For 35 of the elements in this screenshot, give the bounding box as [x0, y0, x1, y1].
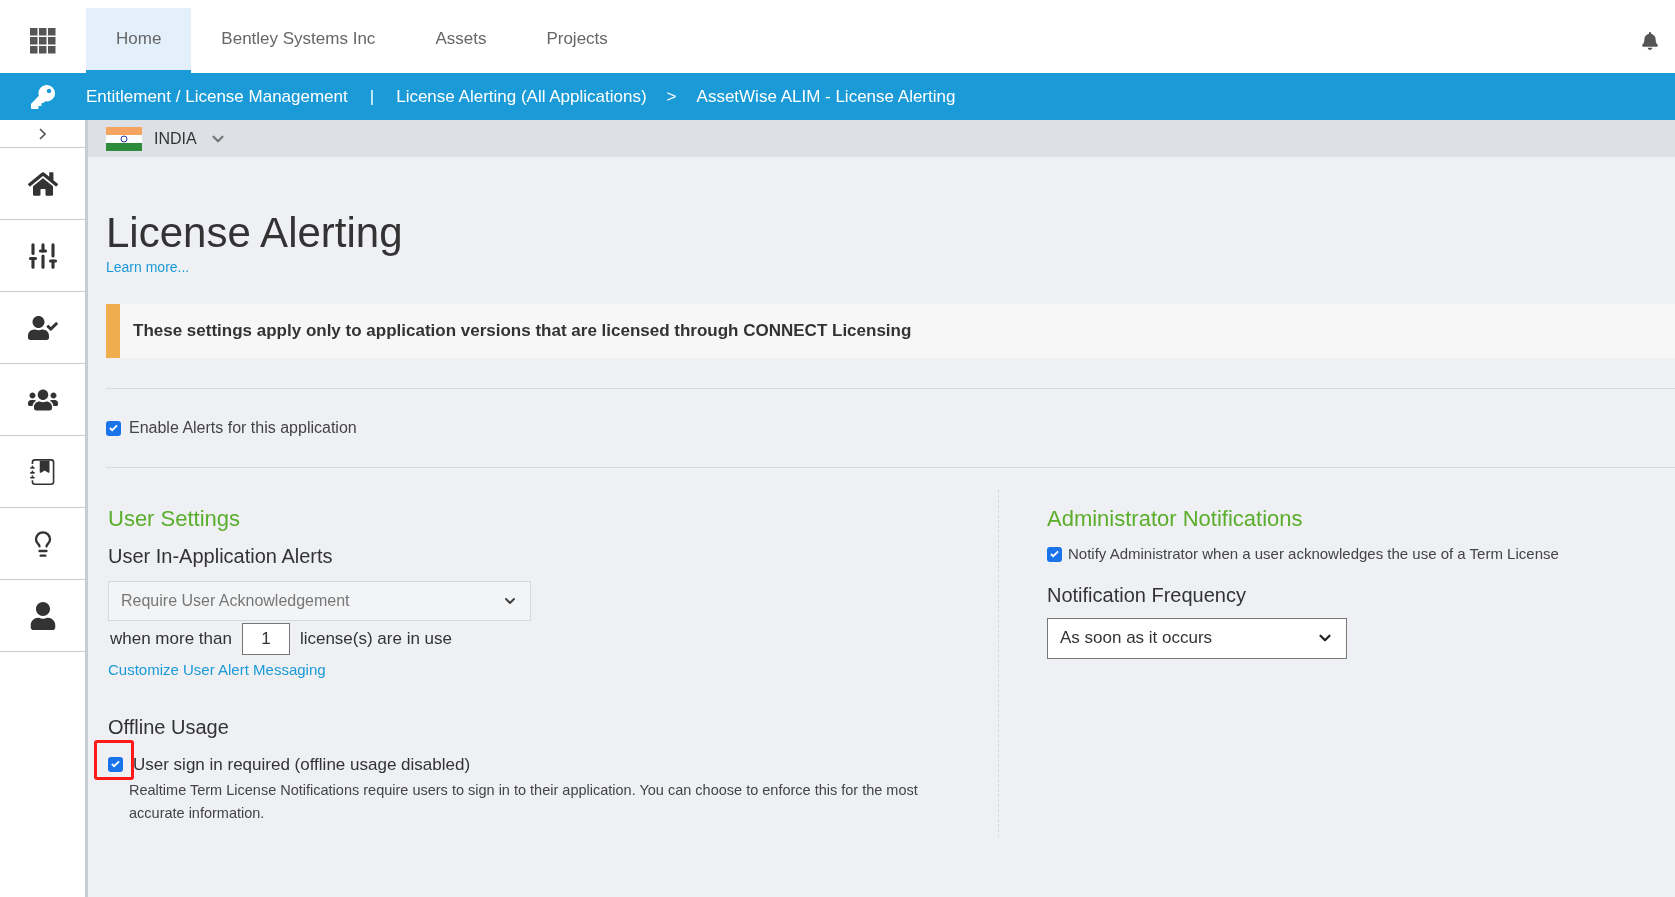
app-grid-icon[interactable] [30, 27, 56, 54]
checkmark-icon [1050, 550, 1059, 559]
breadcrumb-current: AssetWise ALIM - License Alerting [696, 85, 956, 108]
notification-bell-icon[interactable] [1641, 31, 1659, 50]
sign-in-required-label: User sign in required (offline usage disabled) [133, 753, 471, 776]
user-icon [28, 601, 57, 630]
sliders-icon [27, 240, 58, 271]
nav-tab[interactable]: Home [86, 8, 192, 73]
sign-in-required-checkbox[interactable] [108, 756, 123, 772]
offline-description: Realtime Term License Notifications require users to sign in to their application. You can choose to enforce this for the most accurate information. [129, 781, 919, 823]
flag-icon [106, 126, 142, 151]
region-selector[interactable]: INDIA [106, 126, 227, 151]
section-heading: User Settings [108, 505, 242, 533]
threshold-suffix: license(s) are in use [299, 628, 453, 651]
checkmark-icon [111, 760, 120, 769]
subsection-heading: Offline Usage [108, 714, 230, 740]
checkmark-icon [109, 424, 118, 432]
frequency-select[interactable]: As soon as it occurs [1047, 617, 1347, 659]
subsection-heading: User In-Application Alerts [108, 544, 334, 569]
notify-admin-checkbox[interactable] [1047, 546, 1062, 562]
breadcrumb-link[interactable]: Entitlement / License Management [86, 83, 348, 110]
breadcrumb-separator: | [369, 85, 375, 108]
breadcrumb-link[interactable]: License Alerting (All Applications) [396, 83, 647, 110]
notify-admin-label: Notify Administrator when a user acknowledges the use of a Term License [1068, 544, 1559, 564]
enable-alerts-label: Enable Alerts for this application [129, 418, 357, 438]
chevron-right-icon [39, 127, 46, 140]
section-heading: Administrator Notifications [1047, 505, 1304, 533]
breadcrumb-arrow: > [666, 85, 677, 108]
alert-type-select[interactable]: Require User Acknowledgement [108, 581, 531, 621]
enable-alerts-checkbox[interactable] [106, 420, 121, 436]
subsection-heading: Notification Frequency [1047, 582, 1247, 608]
threshold-input[interactable]: 1 [241, 623, 290, 655]
notice-text: These settings apply only to application versions that are licensed through CONNECT Licensing [133, 320, 912, 343]
threshold-prefix: when more than [110, 628, 232, 651]
page-title: License Alerting [106, 209, 404, 257]
